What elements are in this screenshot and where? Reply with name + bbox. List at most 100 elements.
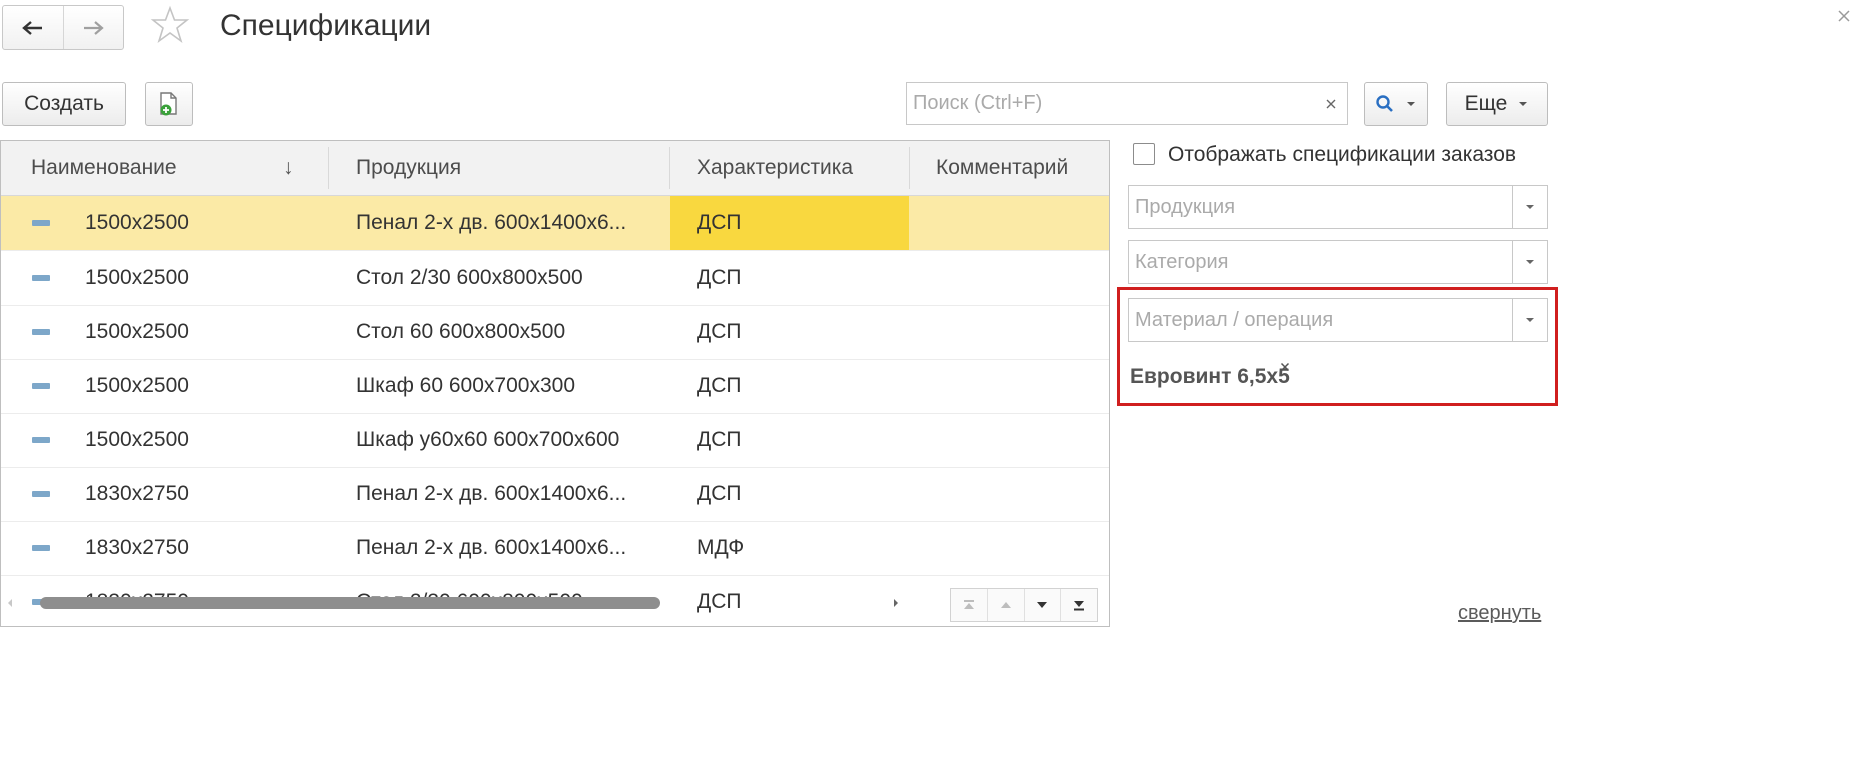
row-marker-icon: [32, 383, 50, 389]
collapse-link[interactable]: свернуть: [1458, 601, 1541, 625]
cell-characteristic: МДФ: [697, 536, 745, 559]
create-button[interactable]: Создать: [2, 82, 126, 126]
table-row[interactable]: 1500x2500 Пенал 2-х дв. 600х1400х6... ДС…: [1, 196, 1109, 251]
horizontal-scrollbar[interactable]: [40, 597, 660, 609]
category-filter-dropdown-button[interactable]: [1512, 241, 1547, 283]
arrow-left-icon: [21, 20, 42, 35]
category-filter-placeholder: Категория: [1135, 250, 1229, 273]
cell-product: Шкаф 60 600х700х300: [356, 374, 575, 397]
material-filter-dropdown-button[interactable]: [1512, 299, 1547, 341]
close-icon: [1280, 362, 1290, 372]
cell-product: Шкаф у60х60 600х700х600: [356, 428, 620, 451]
table-row[interactable]: 1500x2500 Стол 60 600х800х500 ДСП: [1, 305, 1109, 360]
chevron-right-icon: [894, 599, 898, 607]
column-header-product[interactable]: Продукция: [356, 141, 461, 195]
star-icon: [150, 5, 190, 44]
add-file-button[interactable]: [145, 82, 193, 126]
cell-product: Стол 2/30 600х800х500: [356, 266, 583, 289]
cell-name: 1830x2750: [85, 482, 189, 505]
chevron-up-icon: [1000, 602, 1011, 608]
history-nav: [2, 5, 124, 50]
row-marker-icon: [32, 545, 50, 551]
table-row[interactable]: 1500x2500 Шкаф 60 600х700х300 ДСП: [1, 359, 1109, 414]
back-button[interactable]: [3, 6, 63, 49]
first-page-icon: [963, 600, 974, 609]
search-clear-button[interactable]: [1314, 82, 1348, 125]
cell-characteristic: ДСП: [697, 428, 742, 451]
go-last-button[interactable]: [1060, 589, 1097, 621]
favorite-button[interactable]: [150, 5, 190, 45]
search-input[interactable]: Поиск (Ctrl+F): [906, 82, 1315, 125]
cell-characteristic: ДСП: [697, 320, 742, 343]
page-title: Спецификации: [220, 9, 432, 42]
close-window-button[interactable]: [1832, 4, 1856, 28]
chevron-down-icon: [1526, 318, 1534, 322]
row-marker-icon: [32, 275, 50, 281]
row-marker-icon: [32, 437, 50, 443]
column-divider[interactable]: [909, 147, 910, 189]
chevron-down-icon: [1037, 602, 1048, 608]
cell-comment: [936, 305, 1106, 359]
column-header-name[interactable]: Наименование: [31, 141, 177, 195]
table-row[interactable]: 1500x2500 Шкаф у60х60 600х700х600 ДСП: [1, 413, 1109, 468]
row-marker-icon: [32, 491, 50, 497]
chevron-down-icon: [1407, 102, 1415, 106]
remove-material-button[interactable]: [1280, 357, 1290, 377]
material-filter-select[interactable]: Материал / операция: [1128, 298, 1548, 342]
more-button[interactable]: Еще: [1446, 82, 1548, 126]
selected-material-tag: Евровинт 6,5х5: [1130, 365, 1290, 388]
cell-name: 1500x2500: [85, 211, 189, 234]
chevron-down-icon: [1526, 205, 1534, 209]
product-filter-placeholder: Продукция: [1135, 195, 1236, 218]
row-marker-icon: [32, 329, 50, 335]
cell-comment: [936, 196, 1106, 250]
sort-indicator[interactable]: ↓: [283, 141, 294, 195]
more-button-label: Еще: [1464, 92, 1508, 115]
chevron-down-icon: [1526, 260, 1534, 264]
list-navigation: [950, 588, 1098, 622]
search-button[interactable]: [1364, 82, 1428, 126]
cell-name: 1500x2500: [85, 374, 189, 397]
table-row[interactable]: 1830x2750 Пенал 2-х дв. 600х1400х6... ДС…: [1, 467, 1109, 522]
table-row[interactable]: 1500x2500 Стол 2/30 600х800х500 ДСП: [1, 251, 1109, 306]
product-filter-select[interactable]: Продукция: [1128, 185, 1548, 229]
cell-comment: [936, 467, 1106, 521]
close-icon: [1838, 10, 1850, 22]
cell-product: Стол 60 600х800х500: [356, 320, 566, 343]
column-header-characteristic[interactable]: Характеристика: [697, 141, 853, 195]
cell-comment: [936, 521, 1106, 575]
go-first-button[interactable]: [951, 589, 987, 621]
cell-characteristic: ДСП: [697, 374, 742, 397]
cell-product: Пенал 2-х дв. 600х1400х6...: [356, 211, 627, 234]
category-filter-select[interactable]: Категория: [1128, 240, 1548, 284]
cell-characteristic: ДСП: [697, 266, 742, 289]
go-down-button[interactable]: [1023, 589, 1061, 621]
cell-name: 1500x2500: [85, 266, 189, 289]
material-filter-placeholder: Материал / операция: [1135, 308, 1334, 331]
cell-name: 1830x2750: [85, 536, 189, 559]
cell-name: 1500x2500: [85, 320, 189, 343]
cell-comment: [936, 413, 1106, 467]
go-up-button[interactable]: [986, 589, 1024, 621]
specifications-table: Наименование ↓ Продукция Характеристика …: [0, 140, 1110, 627]
show-order-specs-label: Отображать спецификации заказов: [1168, 143, 1517, 166]
scroll-right-button[interactable]: [892, 596, 904, 610]
cell-product: Пенал 2-х дв. 600х1400х6...: [356, 536, 627, 559]
chevron-left-icon: [8, 599, 12, 607]
row-marker-icon: [32, 220, 50, 226]
table-header: Наименование ↓ Продукция Характеристика …: [1, 141, 1109, 196]
column-divider[interactable]: [328, 147, 329, 189]
cell-comment: [936, 251, 1106, 305]
document-add-icon: [160, 92, 177, 116]
cell-product: Пенал 2-х дв. 600х1400х6...: [356, 482, 627, 505]
show-order-specs-checkbox[interactable]: [1133, 143, 1155, 165]
chevron-down-icon: [1519, 102, 1528, 106]
forward-button[interactable]: [62, 6, 124, 49]
table-row[interactable]: 1830x2750 Пенал 2-х дв. 600х1400х6... МД…: [1, 521, 1109, 576]
scroll-left-button[interactable]: [6, 596, 18, 610]
cell-characteristic: ДСП: [697, 590, 742, 613]
search-icon: [1376, 95, 1393, 112]
column-header-comment[interactable]: Комментарий: [936, 141, 1068, 195]
product-filter-dropdown-button[interactable]: [1512, 186, 1547, 228]
column-divider[interactable]: [669, 147, 670, 189]
